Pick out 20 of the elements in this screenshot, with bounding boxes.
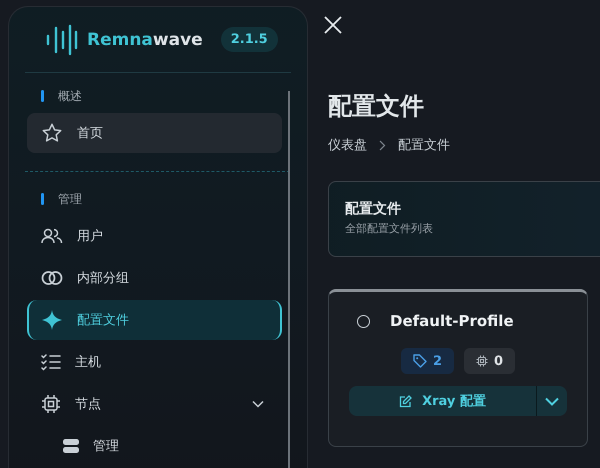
card-subtitle: 全部配置文件列表	[345, 221, 434, 236]
nav-item[interactable]: 主机	[27, 342, 282, 382]
profile-name: Default-Profile	[390, 312, 514, 330]
nav-item[interactable]: 首页	[27, 113, 282, 153]
nav-item[interactable]: 节点	[27, 384, 282, 424]
section-title: 管理	[58, 190, 82, 208]
nodes-badge: 0	[464, 348, 516, 374]
card-title: 配置文件	[345, 200, 402, 218]
section-title: 概述	[58, 88, 82, 104]
version-badge: 2.1.5	[220, 27, 278, 52]
xray-config-button[interactable]: Xray 配置	[349, 386, 537, 416]
nav-item[interactable]: 管理	[27, 426, 282, 466]
nav-item[interactable]: 用户	[27, 216, 282, 256]
inbounds-badge: 2	[400, 348, 454, 374]
nav-item[interactable]: 内部分组	[27, 258, 282, 298]
page-title: 配置文件	[328, 91, 425, 122]
brand-name: Remnawave	[87, 30, 203, 50]
nav-item[interactable]: 配置文件	[27, 300, 282, 340]
breadcrumb-link[interactable]: 配置文件	[398, 136, 450, 154]
breadcrumb-link[interactable]: 仪表盘	[328, 136, 367, 154]
